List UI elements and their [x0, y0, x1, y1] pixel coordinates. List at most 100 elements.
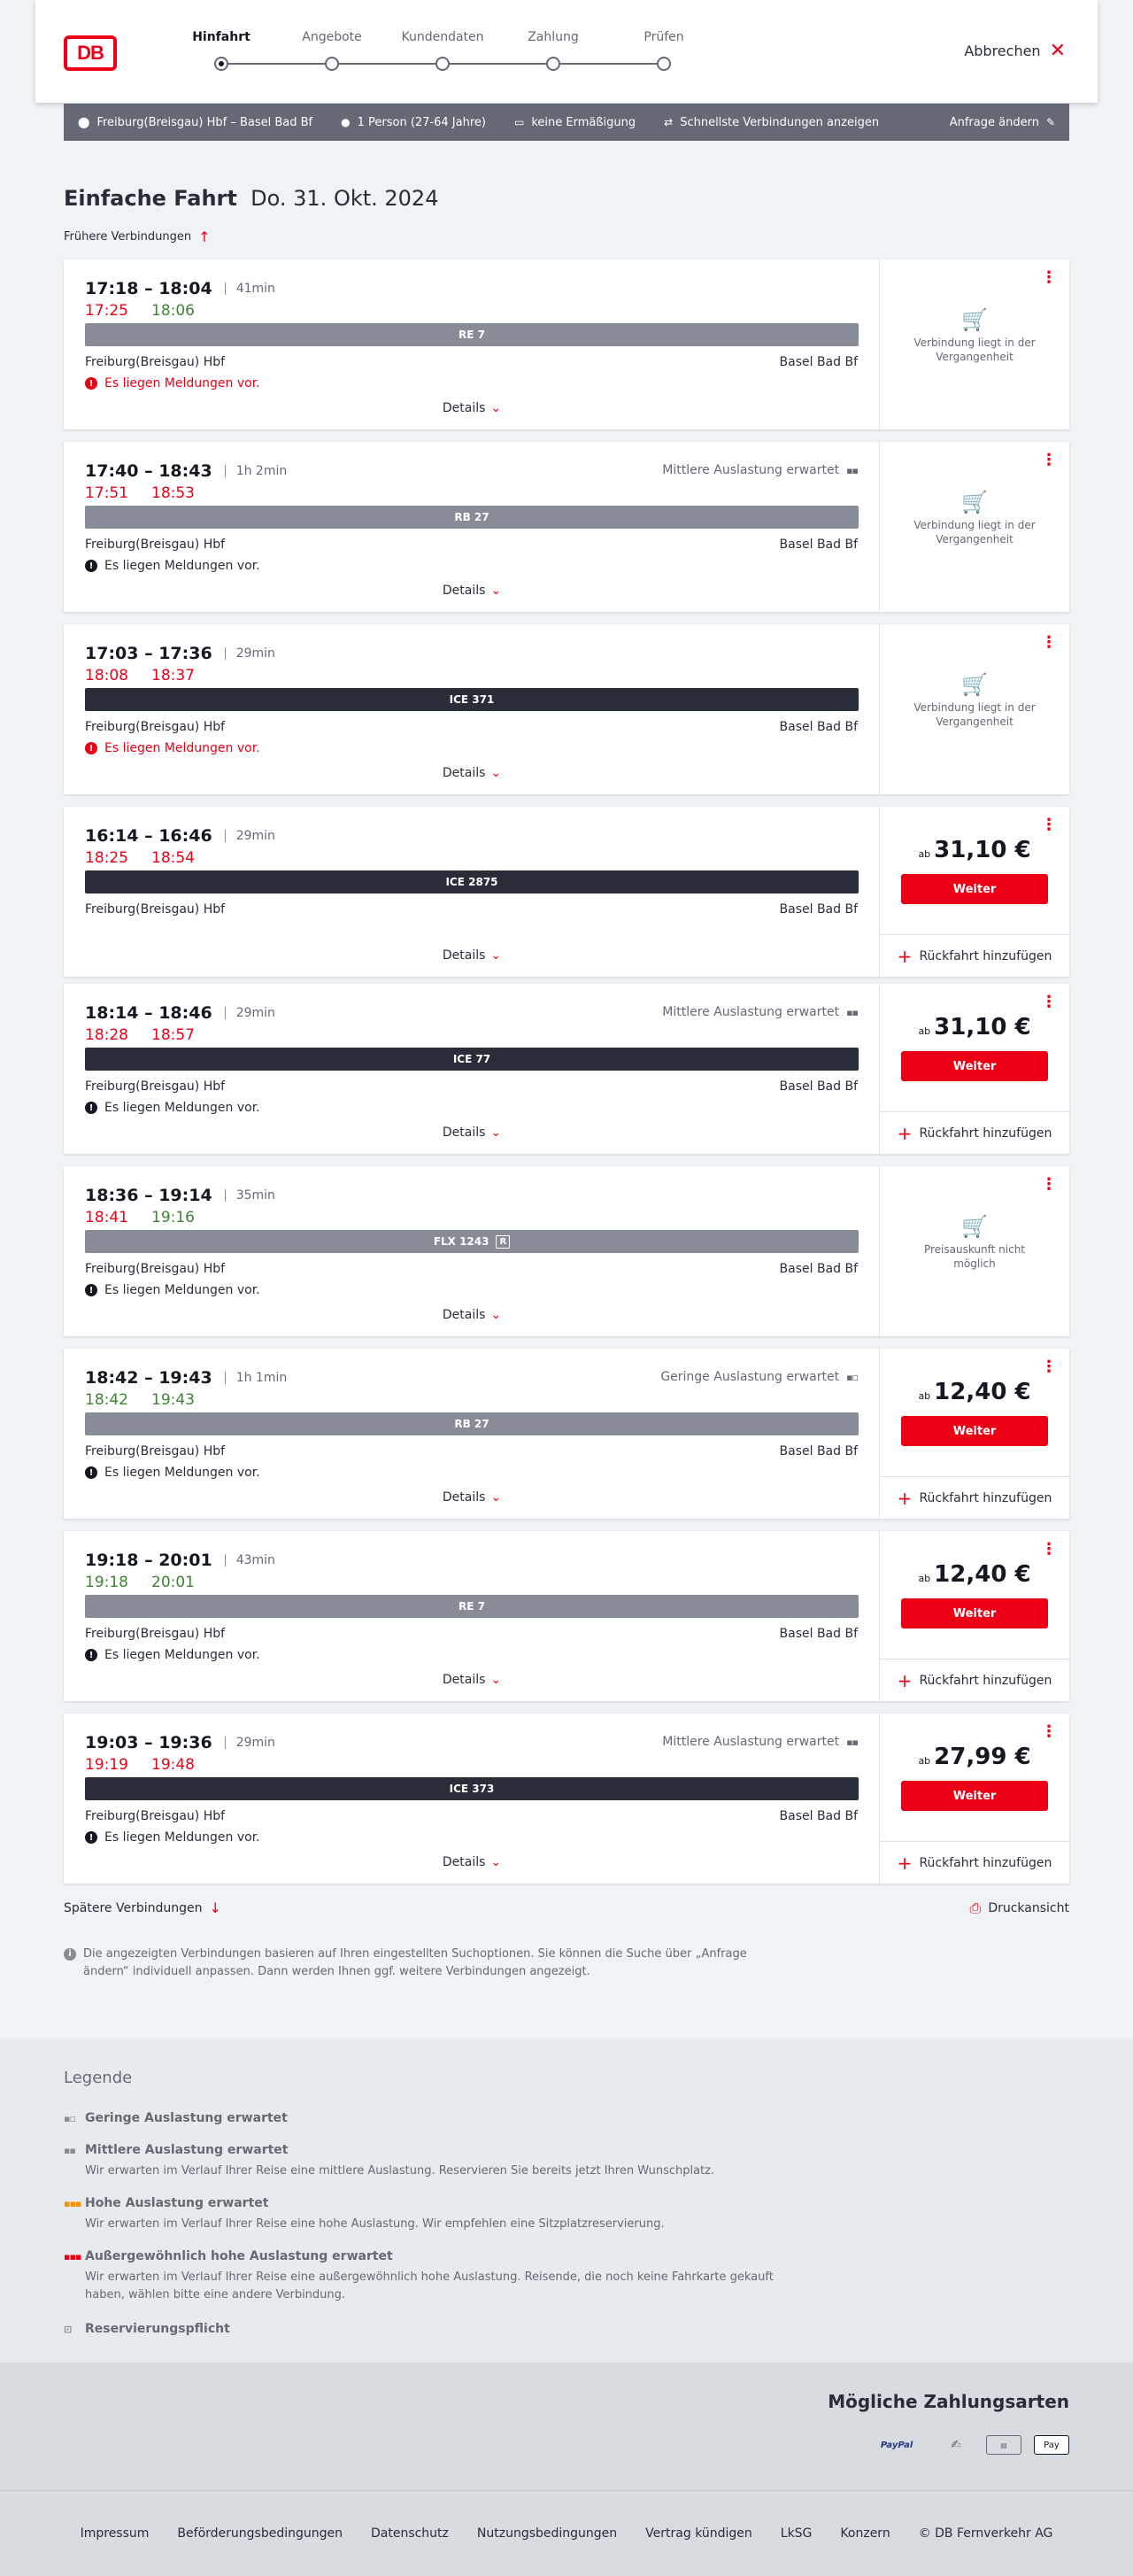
- train-bar[interactable]: ICE 371: [85, 688, 859, 711]
- continue-button[interactable]: Weiter: [901, 1598, 1048, 1628]
- connection-card: 17:40 – 18:43 1h 2min 17:51 18:53 Mittlere A…: [64, 442, 1069, 612]
- message-text: Es liegen Meldungen vor.: [104, 1830, 260, 1845]
- details-toggle[interactable]: Details ⌄: [64, 1126, 880, 1140]
- planned-times: 17:40 – 18:43: [85, 461, 212, 481]
- train-bar[interactable]: ICE 373: [85, 1777, 859, 1800]
- price-value: 31,10 €: [934, 1014, 1031, 1040]
- occupancy-text: Mittlere Auslastung erwartet: [662, 1735, 840, 1749]
- alert-icon: !: [85, 1102, 97, 1114]
- add-return-label: Rückfahrt hinzufügen: [919, 1490, 1052, 1505]
- more-options-icon[interactable]: ⋮: [1041, 1542, 1057, 1558]
- legend-item-low: ▪▫ Geringe Auslastung erwartet: [64, 2111, 288, 2125]
- printer-icon: ⎙: [969, 1899, 982, 1916]
- more-options-icon[interactable]: ⋮: [1041, 1724, 1057, 1740]
- train-bar[interactable]: RB 27: [85, 1412, 859, 1435]
- message-text: Es liegen Meldungen vor.: [104, 741, 260, 755]
- realtime-arrival: 19:48: [151, 1756, 195, 1774]
- change-request-button[interactable]: Anfrage ändern ✎: [950, 116, 1055, 129]
- more-options-icon[interactable]: ⋮: [1041, 270, 1057, 286]
- footer-link-lksg[interactable]: LkSG: [781, 2526, 813, 2541]
- train-name: RB 27: [454, 511, 489, 523]
- realtime-arrival: 20:01: [151, 1574, 195, 1591]
- train-bar[interactable]: RE 7: [85, 1595, 859, 1618]
- realtime-times: 17:25 18:06: [85, 302, 195, 320]
- more-options-icon[interactable]: ⋮: [1041, 453, 1057, 468]
- train-bar[interactable]: FLX 1243 R: [85, 1230, 859, 1253]
- print-view-link[interactable]: ⎙ Druckansicht: [970, 1899, 1069, 1917]
- legend-item-medium: ▪▪ Mittlere Auslastung erwartet Wir erwar…: [64, 2143, 775, 2180]
- arrival-station: Basel Bad Bf: [779, 1809, 858, 1823]
- planned-times: 16:14 – 16:46: [85, 826, 212, 846]
- apple-pay-label: Pay: [1044, 2440, 1060, 2450]
- continue-button[interactable]: Weiter: [901, 874, 1048, 904]
- footer-link-impressum[interactable]: Impressum: [81, 2526, 150, 2541]
- cancel-button[interactable]: Abbrechen ✕: [964, 41, 1066, 60]
- departure-station: Freiburg(Breisgau) Hbf: [85, 1809, 226, 1823]
- details-toggle[interactable]: Details ⌄: [64, 766, 880, 780]
- realtime-departure: 17:51: [85, 484, 128, 502]
- add-return-trip-button[interactable]: + Rückfahrt hinzufügen: [880, 1841, 1069, 1884]
- duration: 1h 1min: [224, 1372, 287, 1384]
- later-connections-link[interactable]: Spätere Verbindungen ↓: [64, 1899, 221, 1916]
- details-toggle[interactable]: Details ⌄: [64, 1855, 880, 1869]
- details-toggle[interactable]: Details ⌄: [64, 1308, 880, 1322]
- earlier-connections-link[interactable]: Frühere Verbindungen ↑: [64, 228, 211, 245]
- occupancy-indicator: Mittlere Auslastung erwartet ▪▪: [662, 1735, 859, 1749]
- details-toggle[interactable]: Details ⌄: [64, 584, 880, 598]
- details-label: Details: [442, 401, 486, 415]
- more-options-icon[interactable]: ⋮: [1041, 635, 1057, 651]
- unavailable-text: Verbindung liegt in der Vergangenheit: [913, 337, 1036, 363]
- footer-link-vertrag-kuendigen[interactable]: Vertrag kündigen: [645, 2526, 752, 2541]
- train-bar[interactable]: RE 7: [85, 323, 859, 346]
- more-options-icon[interactable]: ⋮: [1041, 1359, 1057, 1375]
- passengers-text: 1 Person (27-64 Jahre): [357, 115, 486, 129]
- price: ab 12,40 €: [880, 1561, 1069, 1588]
- search-summary-bar: ⬤ Freiburg(Breisgau) Hbf – Basel Bad Bf ●…: [64, 104, 1069, 141]
- continue-button[interactable]: Weiter: [901, 1051, 1048, 1081]
- change-request-label: Anfrage ändern: [949, 115, 1039, 129]
- alert-icon: !: [85, 1284, 97, 1296]
- planned-times: 19:03 – 19:36: [85, 1733, 212, 1752]
- realtime-departure: 19:18: [85, 1574, 128, 1591]
- train-bar[interactable]: RB 27: [85, 506, 859, 529]
- train-name: RE 7: [459, 329, 485, 341]
- disruption-message: ! Es liegen Meldungen vor.: [85, 1101, 260, 1115]
- message-text: Es liegen Meldungen vor.: [104, 1466, 260, 1480]
- train-bar[interactable]: ICE 77: [85, 1048, 859, 1071]
- continue-button[interactable]: Weiter: [901, 1781, 1048, 1811]
- more-options-icon[interactable]: ⋮: [1041, 1177, 1057, 1193]
- add-return-trip-button[interactable]: + Rückfahrt hinzufügen: [880, 934, 1069, 977]
- footer-link-konzern[interactable]: Konzern: [840, 2526, 890, 2541]
- footer-link-nutzungsbedingungen[interactable]: Nutzungsbedingungen: [477, 2526, 617, 2541]
- more-options-icon[interactable]: ⋮: [1041, 994, 1057, 1010]
- details-toggle[interactable]: Details ⌄: [64, 1673, 880, 1687]
- add-return-trip-button[interactable]: + Rückfahrt hinzufügen: [880, 1111, 1069, 1154]
- footer-link-befoerderungsbedingungen[interactable]: Beförderungsbedingungen: [177, 2526, 343, 2541]
- train-bar[interactable]: ICE 2875: [85, 870, 859, 893]
- continue-button[interactable]: Weiter: [901, 1416, 1048, 1446]
- footer-link-datenschutz[interactable]: Datenschutz: [371, 2526, 449, 2541]
- very-high-occupancy-icon: ▪▪▪: [64, 2250, 81, 2263]
- trip-date: Do. 31. Okt. 2024: [250, 186, 439, 211]
- details-toggle[interactable]: Details ⌄: [64, 401, 880, 415]
- legend-item-very-high: ▪▪▪ Außergewöhnlich hohe Auslastung erwar…: [64, 2249, 775, 2304]
- connection-card: 18:42 – 19:43 1h 1min 18:42 19:43 Geringe Au…: [64, 1349, 1069, 1519]
- price-prefix: ab: [918, 1573, 931, 1584]
- chevron-down-icon: ⌄: [490, 584, 502, 598]
- step-dot-zahlung: [546, 57, 560, 71]
- offer-panel: ⋮ ab 27,99 € Weiter + Rückfahrt hinzufügen: [880, 1713, 1069, 1884]
- db-logo[interactable]: DB: [64, 35, 117, 71]
- more-options-icon[interactable]: ⋮: [1041, 817, 1057, 833]
- details-toggle[interactable]: Details ⌄: [64, 948, 880, 963]
- arrival-station: Basel Bad Bf: [779, 720, 858, 734]
- add-return-trip-button[interactable]: + Rückfahrt hinzufügen: [880, 1659, 1069, 1701]
- message-text: Es liegen Meldungen vor.: [104, 376, 260, 391]
- train-name: RB 27: [454, 1418, 489, 1430]
- add-return-trip-button[interactable]: + Rückfahrt hinzufügen: [880, 1476, 1069, 1519]
- plus-icon: +: [897, 1487, 913, 1509]
- step-dot-angebote: [325, 57, 339, 71]
- discount-summary: ▭ keine Ermäßigung: [514, 116, 636, 129]
- details-toggle[interactable]: Details ⌄: [64, 1490, 880, 1505]
- disruption-message: ! Es liegen Meldungen vor.: [85, 741, 260, 755]
- route-text: Freiburg(Breisgau) Hbf – Basel Bad Bf: [96, 115, 313, 129]
